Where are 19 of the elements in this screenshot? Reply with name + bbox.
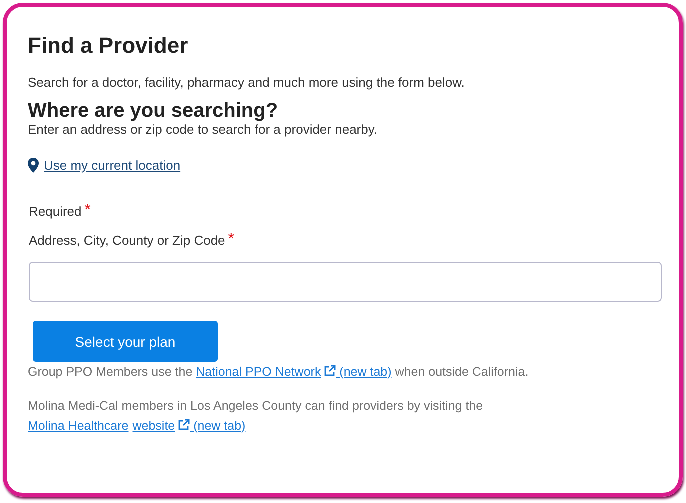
page-title: Find a Provider: [28, 33, 190, 59]
intro-text: Search for a doctor, facility, pharmacy and much more using the form below.: [28, 75, 466, 90]
link[interactable]: website (new tab): [132, 419, 246, 433]
required-marker: *: [84, 204, 91, 218]
address-label: Address, City, County or Zip Code: [29, 233, 226, 248]
current-location-link[interactable]: Use my current location: [44, 158, 181, 173]
external-link-icon: [178, 419, 190, 431]
info-text: Molina Medi-Cal members in Los Angeles County can find providers by visiting the Molina Healthcare website (new tab): [28, 398, 484, 435]
link[interactable]: Molina Healthcare: [28, 419, 129, 433]
address-input[interactable]: [29, 262, 662, 302]
required-label: Required: [29, 204, 82, 219]
info-text: Group PPO Members use the National PPO Network (new tab) when outside California.: [28, 364, 530, 381]
select-plan-button[interactable]: Select your plan: [33, 321, 218, 362]
external-link-icon: [324, 365, 336, 377]
link[interactable]: National PPO Network (new tab): [196, 365, 392, 379]
section-title: Where are you searching?: [28, 100, 280, 122]
section-hint: Enter an address or zip code to search for a provider nearby.: [28, 122, 379, 137]
location-pin-icon: [28, 158, 39, 173]
required-marker: *: [228, 233, 235, 247]
